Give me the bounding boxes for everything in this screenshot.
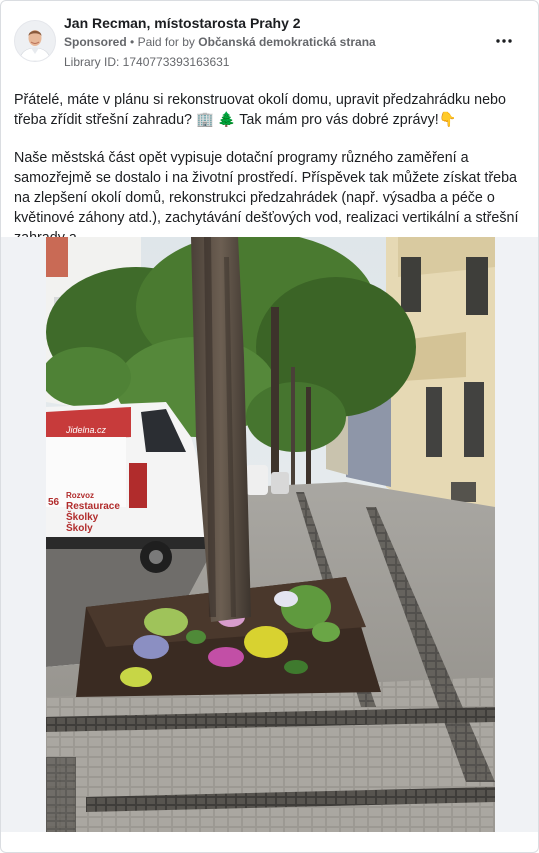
- van-text-line2: Restaurace: [66, 501, 120, 512]
- ad-card: Jan Recman, místostarosta Prahy 2 Sponso…: [0, 0, 539, 853]
- sponsored-label: Sponsored: [64, 35, 127, 49]
- van-text-line3: Školky: [66, 510, 99, 523]
- author-name[interactable]: Jan Recman, místostarosta Prahy 2: [64, 15, 301, 31]
- street-scene-image: Jidelna.cz 56 Rozvoz Restaurace Školky Š…: [46, 237, 495, 832]
- van-number-text: 56: [48, 497, 60, 508]
- van-text-line1: Rozvoz: [66, 491, 94, 500]
- ad-image-container[interactable]: Jidelna.cz 56 Rozvoz Restaurace Školky Š…: [1, 237, 538, 832]
- post-header: Jan Recman, místostarosta Prahy 2 Sponso…: [1, 1, 538, 79]
- library-id: Library ID: 1740773393163631: [64, 55, 230, 69]
- more-options-button[interactable]: [492, 31, 516, 51]
- post-paragraph-1: Přátelé, máte v plánu si rekonstruovat o…: [14, 92, 506, 128]
- street-photo[interactable]: Jidelna.cz 56 Rozvoz Restaurace Školky Š…: [46, 237, 495, 832]
- more-horizontal-icon: [496, 39, 512, 43]
- author-avatar[interactable]: [14, 20, 56, 62]
- avatar-portrait: [15, 21, 55, 61]
- van-brand-text: Jidelna.cz: [65, 425, 107, 435]
- post-paragraph-2[interactable]: Naše městská část opět vypisuje dotační …: [14, 148, 530, 248]
- paid-for-org-link[interactable]: Občanská demokratická strana: [198, 35, 375, 49]
- delivery-van: Jidelna.cz 56 Rozvoz Restaurace Školky Š…: [46, 402, 206, 573]
- separator-dot: •: [130, 35, 135, 49]
- sponsor-line: Sponsored • Paid for by Občanská demokra…: [64, 35, 376, 49]
- paid-for-prefix: Paid for by: [137, 35, 195, 49]
- van-text-line4: Školy: [66, 521, 93, 534]
